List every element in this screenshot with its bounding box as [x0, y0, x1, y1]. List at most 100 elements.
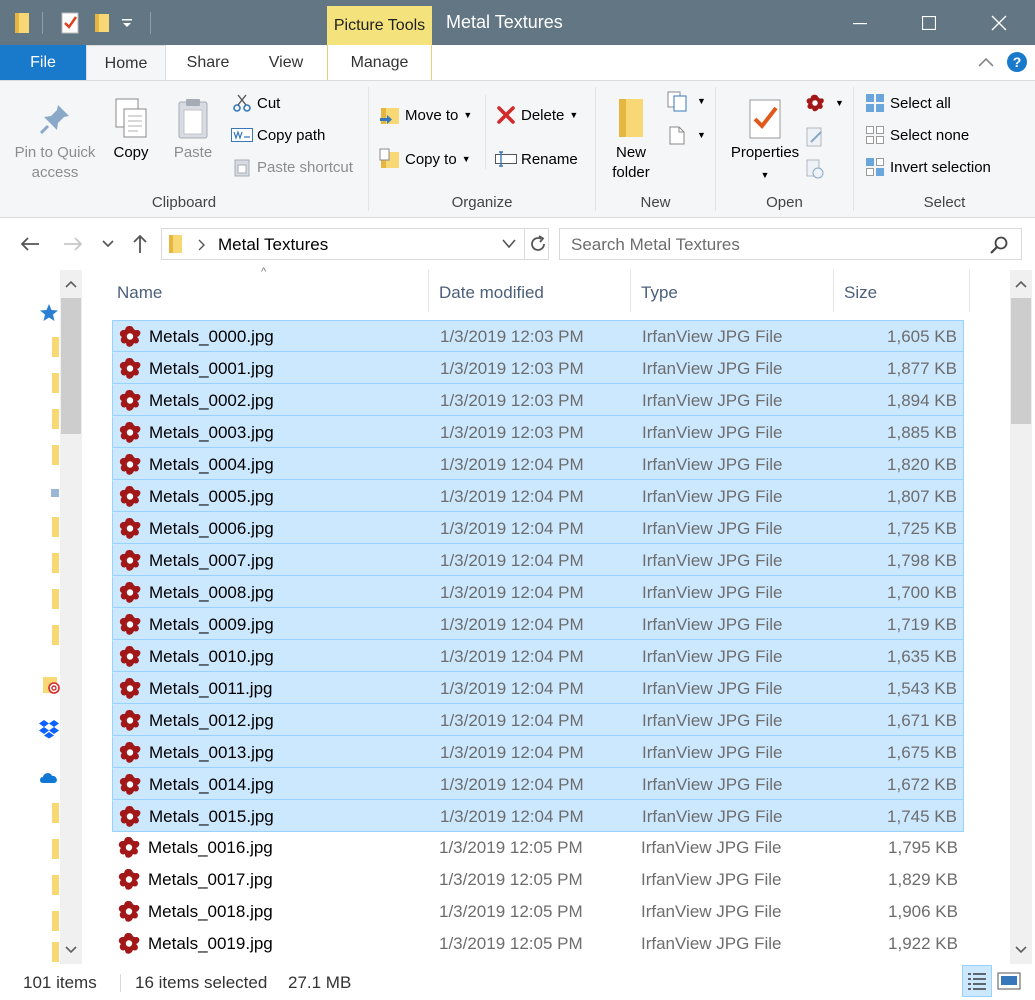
minimize-button[interactable] — [825, 0, 895, 45]
file-date: 1/3/2019 12:04 PM — [440, 455, 584, 474]
history-button[interactable] — [804, 157, 830, 181]
tab-view[interactable]: View — [250, 45, 322, 80]
file-row[interactable]: Metals_0014.jpg 1/3/2019 12:04 PM IrfanVie… — [112, 768, 964, 800]
folder-icon[interactable] — [50, 516, 60, 538]
pin-to-quick-access-button[interactable]: Pin to Quick access — [8, 95, 102, 183]
file-row[interactable]: Metals_0000.jpg 1/3/2019 12:03 PM IrfanVie… — [112, 320, 964, 352]
folder-icon[interactable] — [50, 802, 60, 824]
folder-icon[interactable] — [50, 942, 60, 962]
folder-icon[interactable] — [50, 910, 60, 932]
file-row[interactable]: Metals_0012.jpg 1/3/2019 12:04 PM IrfanVie… — [112, 704, 964, 736]
select-none-button[interactable]: Select none — [864, 123, 969, 147]
column-header-type[interactable]: Type — [641, 270, 831, 315]
maximize-button[interactable] — [894, 0, 964, 45]
file-row[interactable]: Metals_0005.jpg 1/3/2019 12:04 PM IrfanVie… — [112, 480, 964, 512]
file-list-scrollbar[interactable] — [1010, 270, 1032, 964]
chevron-up-icon[interactable] — [1010, 272, 1032, 296]
divider[interactable] — [428, 270, 429, 312]
file-row[interactable]: Metals_0018.jpg 1/3/2019 12:05 PM IrfanVie… — [112, 896, 964, 928]
dropbox-icon[interactable] — [38, 718, 60, 740]
address-bar[interactable]: Metal Textures — [161, 228, 549, 260]
close-button[interactable] — [964, 0, 1034, 45]
up-button[interactable] — [127, 231, 153, 257]
back-button[interactable] — [17, 231, 43, 257]
tab-home[interactable]: Home — [86, 45, 166, 81]
customize-toolbar-icon[interactable] — [116, 10, 138, 36]
file-row[interactable]: Metals_0016.jpg 1/3/2019 12:05 PM IrfanVie… — [112, 832, 964, 864]
collapse-ribbon-button[interactable] — [976, 51, 996, 73]
column-header-date[interactable]: Date modified — [439, 270, 629, 315]
properties-icon[interactable] — [56, 10, 84, 36]
edit-button[interactable] — [804, 125, 830, 149]
folder-icon[interactable] — [50, 444, 60, 466]
copy-path-button[interactable]: Copy path — [231, 123, 325, 147]
new-item-button[interactable]: ▼ — [666, 89, 706, 113]
copy-button[interactable]: Copy — [106, 95, 156, 163]
file-row[interactable]: Metals_0006.jpg 1/3/2019 12:04 PM IrfanVie… — [112, 512, 964, 544]
file-date: 1/3/2019 12:04 PM — [440, 487, 584, 506]
new-folder-button[interactable]: New folder — [606, 95, 656, 183]
select-all-button[interactable]: Select all — [864, 91, 951, 115]
chevron-down-icon[interactable] — [1010, 938, 1032, 962]
divider[interactable] — [630, 270, 631, 312]
onedrive-icon[interactable] — [38, 766, 60, 788]
file-row[interactable]: Metals_0009.jpg 1/3/2019 12:04 PM IrfanVie… — [112, 608, 964, 640]
invert-selection-icon — [864, 156, 886, 178]
column-header-size[interactable]: Size — [844, 270, 969, 315]
paste-button[interactable]: Paste — [168, 95, 218, 163]
folder-icon[interactable] — [50, 588, 60, 610]
folder-icon[interactable] — [50, 552, 60, 574]
chevron-down-icon[interactable] — [60, 938, 82, 962]
file-date: 1/3/2019 12:04 PM — [440, 775, 584, 794]
rename-button[interactable]: Rename — [495, 147, 578, 171]
computer-icon[interactable] — [48, 480, 60, 502]
file-row[interactable]: Metals_0011.jpg 1/3/2019 12:04 PM IrfanVie… — [112, 672, 964, 704]
copy-to-button[interactable]: Copy to ▼ — [379, 147, 471, 171]
delete-button[interactable]: Delete ▼ — [495, 103, 578, 127]
tab-manage[interactable]: Manage — [327, 45, 432, 80]
cut-button[interactable]: Cut — [231, 91, 280, 115]
file-row[interactable]: Metals_0015.jpg 1/3/2019 12:04 PM IrfanVie… — [112, 800, 964, 832]
folder-icon[interactable] — [50, 838, 60, 860]
scrollbar-thumb[interactable] — [1011, 298, 1031, 424]
folder-icon[interactable] — [50, 336, 60, 358]
recent-locations-button[interactable] — [98, 231, 118, 257]
star-icon[interactable] — [38, 302, 60, 324]
file-row[interactable]: Metals_0019.jpg 1/3/2019 12:05 PM IrfanVie… — [112, 928, 964, 960]
easy-access-button[interactable]: ▼ — [666, 123, 706, 147]
folder-icon[interactable] — [50, 408, 60, 430]
divider[interactable] — [969, 270, 970, 312]
chevron-up-icon[interactable] — [60, 272, 82, 296]
properties-button[interactable]: Properties ▼ — [722, 95, 808, 185]
open-with-button[interactable]: ▼ — [804, 91, 844, 115]
file-row[interactable]: Metals_0004.jpg 1/3/2019 12:04 PM IrfanVie… — [112, 448, 964, 480]
move-to-button[interactable]: Move to ▼ — [379, 103, 472, 127]
help-button[interactable]: ? — [1006, 51, 1028, 73]
file-row[interactable]: Metals_0017.jpg 1/3/2019 12:05 PM IrfanVie… — [112, 864, 964, 896]
column-header-name[interactable]: Name — [117, 270, 427, 315]
divider[interactable] — [833, 270, 834, 312]
forward-button[interactable] — [60, 231, 86, 257]
file-row[interactable]: Metals_0003.jpg 1/3/2019 12:03 PM IrfanVie… — [112, 416, 964, 448]
tab-file[interactable]: File — [0, 45, 86, 80]
nav-pane-scrollbar[interactable] — [60, 270, 82, 964]
paste-shortcut-button[interactable]: Paste shortcut — [231, 155, 353, 179]
scrollbar-thumb[interactable] — [61, 298, 81, 434]
new-folder-icon[interactable] — [88, 10, 116, 36]
folder-icon[interactable] — [50, 372, 60, 394]
tab-share[interactable]: Share — [166, 45, 250, 80]
invert-selection-button[interactable]: Invert selection — [864, 155, 991, 179]
folder-icon[interactable] — [50, 874, 60, 896]
creative-cloud-folder-icon[interactable] — [40, 674, 62, 696]
folder-icon[interactable] — [50, 624, 60, 646]
file-row[interactable]: Metals_0013.jpg 1/3/2019 12:04 PM IrfanVie… — [112, 736, 964, 768]
file-row[interactable]: Metals_0002.jpg 1/3/2019 12:03 PM IrfanVie… — [112, 384, 964, 416]
file-row[interactable]: Metals_0001.jpg 1/3/2019 12:03 PM IrfanVie… — [112, 352, 964, 384]
details-view-button[interactable] — [962, 965, 992, 997]
file-row[interactable]: Metals_0010.jpg 1/3/2019 12:04 PM IrfanVie… — [112, 640, 964, 672]
search-input[interactable]: Search Metal Textures — [559, 228, 1022, 260]
file-row[interactable]: Metals_0007.jpg 1/3/2019 12:04 PM IrfanVie… — [112, 544, 964, 576]
file-row[interactable]: Metals_0008.jpg 1/3/2019 12:04 PM IrfanVie… — [112, 576, 964, 608]
folder-icon[interactable] — [8, 10, 36, 36]
large-icons-view-button[interactable] — [994, 965, 1024, 997]
